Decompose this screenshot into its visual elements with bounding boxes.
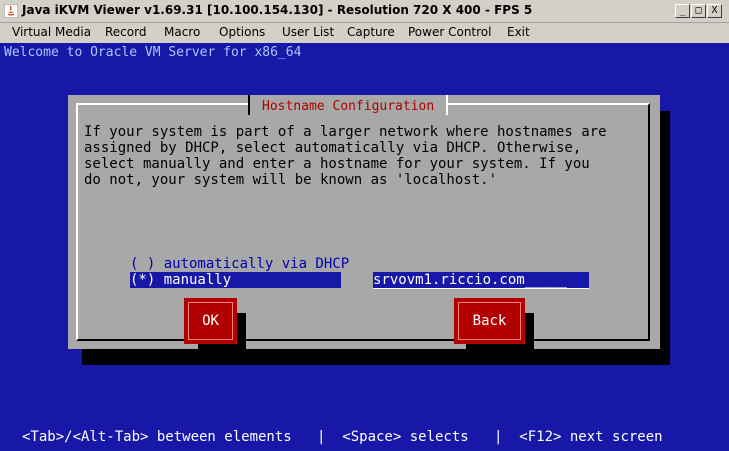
maximize-button[interactable]: □ (691, 4, 706, 18)
menu-capture[interactable]: Capture (347, 25, 395, 39)
menu-record[interactable]: Record (105, 25, 146, 39)
menu-options[interactable]: Options (219, 25, 265, 39)
ok-button-label: OK (202, 313, 219, 329)
dialog-title-box: Hostname Configuration (248, 95, 449, 115)
welcome-banner: Welcome to Oracle VM Server for x86_64 (4, 45, 302, 60)
dialog-description: If your system is part of a larger netwo… (84, 124, 607, 188)
back-button[interactable]: Back (454, 298, 525, 344)
dialog-title: Hostname Configuration (262, 99, 435, 114)
menu-macro[interactable]: Macro (164, 25, 200, 39)
window-title: Java iKVM Viewer v1.69.31 [10.100.154.13… (22, 3, 533, 17)
window-title-bar[interactable]: Java iKVM Viewer v1.69.31 [10.100.154.13… (0, 0, 729, 23)
menu-power-control[interactable]: Power Control (408, 25, 491, 39)
close-button[interactable]: X (707, 4, 722, 18)
menu-user-list[interactable]: User List (282, 25, 334, 39)
kvm-console-screen[interactable]: Welcome to Oracle VM Server for x86_64 H… (0, 43, 729, 451)
menu-exit[interactable]: Exit (507, 25, 530, 39)
java-app-icon (4, 4, 18, 18)
help-status-line: <Tab>/<Alt-Tab> between elements | <Spac… (22, 429, 663, 445)
hostname-input[interactable]: srvovm1.riccio.com_____ (373, 272, 589, 289)
radio-manual[interactable]: (*) manually (130, 272, 341, 288)
ok-button[interactable]: OK (184, 298, 237, 344)
radio-dhcp[interactable]: ( ) automatically via DHCP (130, 256, 349, 272)
back-button-label: Back (472, 313, 507, 329)
menu-virtual-media[interactable]: Virtual Media (12, 25, 91, 39)
hostname-dialog: Hostname Configuration If your system is… (68, 95, 660, 359)
menu-bar: Virtual Media Record Macro Options User … (0, 23, 729, 43)
minimize-button[interactable]: _ (675, 4, 690, 18)
